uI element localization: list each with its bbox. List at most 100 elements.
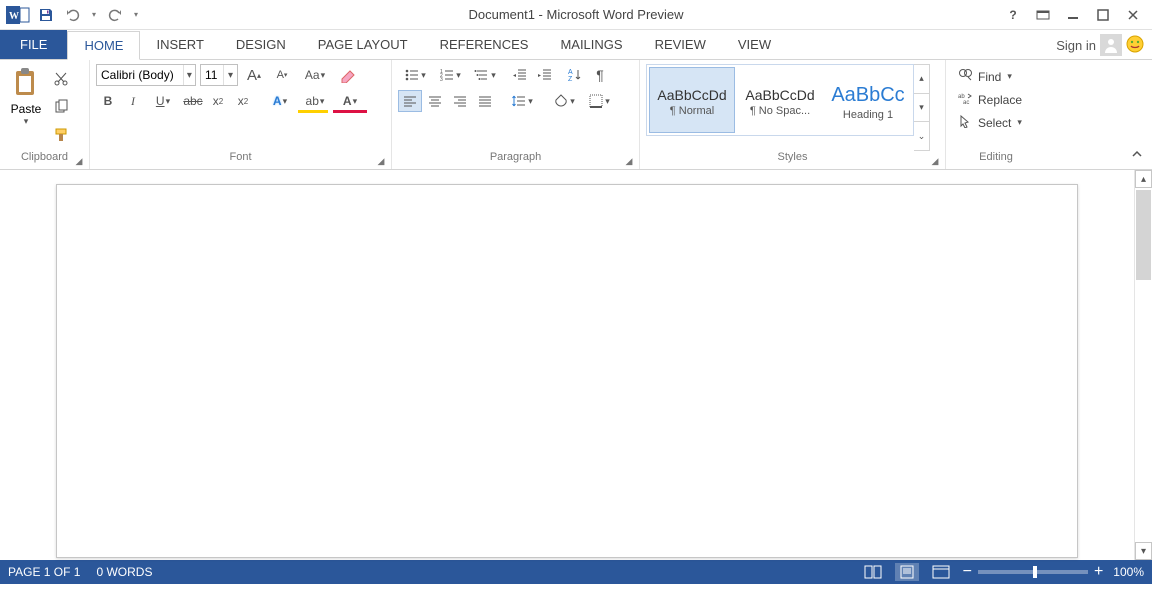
copy-icon[interactable] — [50, 96, 72, 118]
web-layout-icon[interactable] — [929, 563, 953, 581]
format-painter-icon[interactable] — [50, 124, 72, 146]
align-left-icon[interactable] — [398, 90, 422, 112]
font-name-input[interactable] — [97, 65, 183, 85]
clear-formatting-icon[interactable] — [336, 64, 360, 86]
sort-icon[interactable]: AZ — [563, 64, 587, 86]
document-page[interactable] — [56, 184, 1078, 558]
style-name: Heading 1 — [828, 109, 908, 121]
tab-mailings[interactable]: MAILINGS — [544, 30, 638, 59]
paste-label: Paste — [11, 102, 42, 116]
gallery-up-icon[interactable]: ▴ — [914, 65, 929, 93]
tab-page-layout[interactable]: PAGE LAYOUT — [302, 30, 424, 59]
numbering-icon[interactable]: 123▾ — [433, 64, 467, 86]
font-name-dropdown-icon[interactable]: ▾ — [183, 65, 195, 85]
save-icon[interactable] — [35, 4, 57, 26]
gallery-more-icon[interactable]: ⌄ — [914, 121, 929, 150]
close-icon[interactable] — [1118, 0, 1148, 30]
decrease-indent-icon[interactable] — [508, 64, 532, 86]
font-size-dropdown-icon[interactable]: ▾ — [223, 65, 237, 85]
vertical-scrollbar[interactable]: ▴ ▾ — [1134, 170, 1152, 560]
styles-launcher-icon[interactable]: ◢ — [929, 156, 941, 168]
style-heading-1[interactable]: AaBbCc Heading 1 — [825, 67, 911, 133]
text-effects-icon[interactable]: A▾ — [263, 90, 297, 112]
bullets-icon[interactable]: ▾ — [398, 64, 432, 86]
replace-button[interactable]: abac Replace — [952, 89, 1028, 110]
tab-view[interactable]: VIEW — [722, 30, 787, 59]
style-normal[interactable]: AaBbCcDd ¶ Normal — [649, 67, 735, 133]
status-words[interactable]: 0 WORDS — [96, 565, 152, 579]
tab-review[interactable]: REVIEW — [639, 30, 722, 59]
font-launcher-icon[interactable]: ◢ — [375, 156, 387, 168]
scroll-down-icon[interactable]: ▾ — [1135, 542, 1152, 560]
sign-in-link[interactable]: Sign in — [1056, 38, 1096, 53]
align-center-icon[interactable] — [423, 90, 447, 112]
paragraph-launcher-icon[interactable]: ◢ — [623, 156, 635, 168]
feedback-smile-icon[interactable] — [1126, 35, 1146, 55]
paste-button[interactable]: Paste ▾ — [6, 64, 46, 151]
paste-dropdown-icon: ▾ — [24, 116, 29, 127]
clipboard-launcher-icon[interactable]: ◢ — [73, 156, 85, 168]
collapse-ribbon-icon[interactable] — [1126, 143, 1148, 165]
change-case-icon[interactable]: Aa▾ — [298, 64, 332, 86]
zoom-in-icon[interactable]: + — [1094, 563, 1103, 581]
tab-home[interactable]: HOME — [67, 31, 140, 60]
tab-insert[interactable]: INSERT — [140, 30, 219, 59]
subscript-icon[interactable]: x2 — [206, 90, 230, 112]
tab-design[interactable]: DESIGN — [220, 30, 302, 59]
undo-dropdown-icon[interactable]: ▾ — [89, 4, 99, 26]
undo-icon[interactable] — [62, 4, 84, 26]
multilevel-list-icon[interactable]: ▾ — [468, 64, 502, 86]
read-mode-icon[interactable] — [861, 563, 885, 581]
zoom-slider-thumb[interactable] — [1033, 566, 1037, 578]
italic-icon[interactable]: I — [121, 90, 145, 112]
shrink-font-icon[interactable]: A▾ — [270, 64, 294, 86]
highlight-color-icon[interactable]: ab▾ — [298, 90, 332, 112]
underline-icon[interactable]: U▾ — [146, 90, 180, 112]
select-button[interactable]: Select ▾ — [952, 112, 1028, 133]
user-avatar-icon[interactable] — [1100, 34, 1122, 56]
justify-icon[interactable] — [473, 90, 497, 112]
svg-text:3: 3 — [440, 77, 443, 83]
show-paragraph-marks-icon[interactable]: ¶ — [588, 64, 612, 86]
style-preview: AaBbCcDd — [657, 83, 726, 105]
shading-icon[interactable]: ▾ — [547, 90, 581, 112]
font-name-combo[interactable]: ▾ — [96, 64, 196, 86]
zoom-level[interactable]: 100% — [1113, 565, 1144, 579]
cut-icon[interactable] — [50, 68, 72, 90]
borders-icon[interactable]: ▾ — [582, 90, 616, 112]
status-page[interactable]: PAGE 1 OF 1 — [8, 565, 80, 579]
font-color-icon[interactable]: A▾ — [333, 90, 367, 112]
increase-indent-icon[interactable] — [533, 64, 557, 86]
find-label: Find — [978, 70, 1001, 84]
qat-customize-icon[interactable]: ▾ — [131, 4, 141, 26]
scroll-thumb[interactable] — [1136, 190, 1151, 280]
find-icon — [958, 68, 972, 85]
style-no-spacing[interactable]: AaBbCcDd ¶ No Spac... — [737, 67, 823, 133]
maximize-icon[interactable] — [1088, 0, 1118, 30]
align-right-icon[interactable] — [448, 90, 472, 112]
font-size-input[interactable] — [201, 65, 223, 85]
strikethrough-icon[interactable]: abc — [181, 90, 205, 112]
tab-references[interactable]: REFERENCES — [424, 30, 545, 59]
find-button[interactable]: Find ▾ — [952, 66, 1028, 87]
ribbon-display-options-icon[interactable] — [1028, 0, 1058, 30]
minimize-icon[interactable] — [1058, 0, 1088, 30]
svg-text:W: W — [9, 11, 19, 22]
file-tab[interactable]: FILE — [0, 30, 67, 59]
word-app-icon: W — [6, 5, 30, 25]
font-size-combo[interactable]: ▾ — [200, 64, 238, 86]
style-name: ¶ Normal — [652, 105, 732, 117]
gallery-down-icon[interactable]: ▾ — [914, 93, 929, 122]
print-layout-icon[interactable] — [895, 563, 919, 581]
scroll-up-icon[interactable]: ▴ — [1135, 170, 1152, 188]
replace-icon: abac — [958, 91, 972, 108]
redo-icon[interactable] — [104, 4, 126, 26]
line-spacing-icon[interactable]: ▾ — [505, 90, 539, 112]
bold-icon[interactable]: B — [96, 90, 120, 112]
superscript-icon[interactable]: x2 — [231, 90, 255, 112]
zoom-out-icon[interactable]: − — [963, 563, 972, 581]
grow-font-icon[interactable]: A▴ — [242, 64, 266, 86]
zoom-slider-track[interactable] — [978, 570, 1088, 574]
select-icon — [958, 114, 972, 131]
help-icon[interactable]: ? — [998, 0, 1028, 30]
